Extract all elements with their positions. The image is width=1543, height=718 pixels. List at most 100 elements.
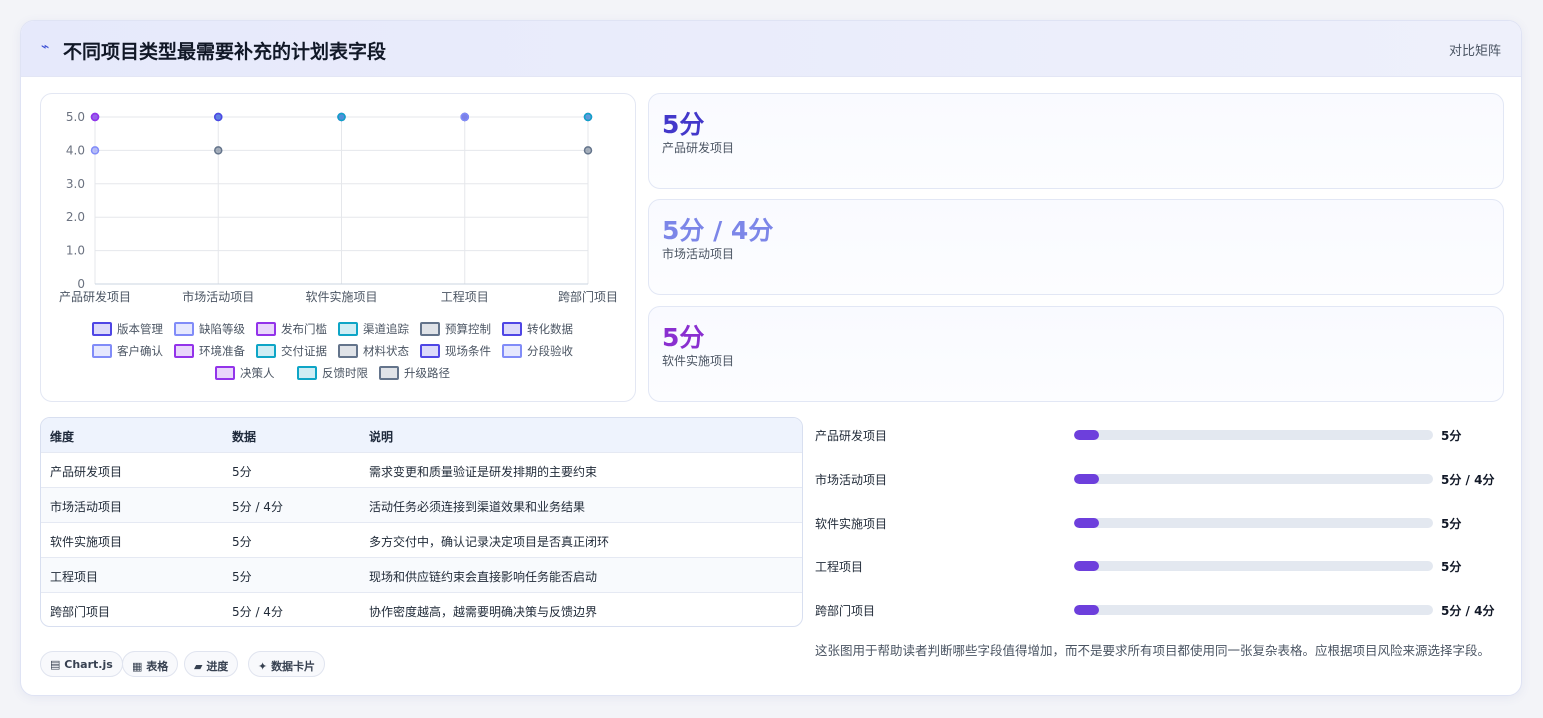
legend-label: 交付证据 xyxy=(281,344,327,358)
progress-value: 5分 / 4分 xyxy=(1441,473,1495,487)
progress-fill xyxy=(1074,430,1100,440)
progress-fill xyxy=(1074,474,1100,484)
progress-value: 5分 / 4分 xyxy=(1441,604,1495,618)
table-row: 软件实施项目 5分 多方交付中，确认记录决定项目是否真正闭环 xyxy=(41,522,802,557)
x-tick-label: 产品研发项目 xyxy=(59,289,131,304)
legend-swatch xyxy=(174,344,194,358)
progress-fill xyxy=(1074,605,1100,615)
chip-table[interactable]: ▦ 表格 xyxy=(122,651,179,677)
y-tick-label: 1.0 xyxy=(66,244,85,258)
progress-value: 5分 xyxy=(1441,560,1462,574)
data-table: 维度 数据 说明 产品研发项目 5分 需求变更和质量验证是研发排期的主要约束 市… xyxy=(40,417,803,627)
sparkle-icon: ✦ xyxy=(258,660,268,673)
chip-progress[interactable]: ▰ 进度 xyxy=(184,651,239,677)
table-icon: ▦ xyxy=(132,660,143,673)
legend-swatch xyxy=(502,344,522,358)
chip-label: 表格 xyxy=(146,660,169,673)
data-point xyxy=(214,112,223,122)
legend-swatch xyxy=(420,322,440,336)
y-tick-label: 5.0 xyxy=(66,110,85,124)
progress-track xyxy=(1074,605,1433,615)
legend-swatch xyxy=(256,344,276,358)
table-cell: 5分 / 4分 xyxy=(232,605,283,619)
progress-row: 工程项目 5分 xyxy=(815,556,1505,576)
y-tick-label: 3.0 xyxy=(66,177,85,191)
legend-label: 发布门槛 xyxy=(281,322,327,336)
legend-swatch xyxy=(502,322,522,336)
chip-data-card[interactable]: ✦ 数据卡片 xyxy=(248,651,326,677)
table-cell: 活动任务必须连接到渠道效果和业务结果 xyxy=(369,500,586,514)
matrix-button[interactable]: 对比矩阵 xyxy=(1449,40,1501,59)
legend-swatch xyxy=(92,322,112,336)
data-point xyxy=(583,112,593,122)
data-point xyxy=(90,146,100,155)
x-tick-label: 市场活动项目 xyxy=(182,289,254,304)
table-cell: 工程项目 xyxy=(50,570,99,584)
legend-swatch xyxy=(215,366,235,380)
panel-card: ⌁ 不同项目类型最需要补充的计划表字段 对比矩阵 0 1.0 2.0 3.0 4.0 5.… xyxy=(20,20,1522,696)
y-tick-label: 2.0 xyxy=(66,210,85,224)
stat-card-3: 5分 软件实施项目 xyxy=(648,306,1504,402)
y-tick-label: 4.0 xyxy=(66,143,85,157)
chart-icon: ▤ xyxy=(50,658,61,671)
progress-list: 产品研发项目 5分 市场活动项目 5分 / 4分 软件实施项目 5分 工程项目 … xyxy=(815,417,1515,637)
stat-label: 产品研发项目 xyxy=(662,141,735,155)
progress-track xyxy=(1074,518,1433,528)
progress-row: 软件实施项目 5分 xyxy=(815,513,1505,533)
table-cell: 需求变更和质量验证是研发排期的主要约束 xyxy=(369,465,598,479)
progress-label: 工程项目 xyxy=(815,560,864,574)
table-header-cell: 维度 xyxy=(50,430,75,444)
legend-swatch xyxy=(379,366,399,380)
table-header-cell: 数据 xyxy=(232,430,257,444)
table-cell: 现场和供应链约束会直接影响任务能否启动 xyxy=(369,570,598,584)
progress-label: 软件实施项目 xyxy=(815,517,888,531)
table-cell: 软件实施项目 xyxy=(50,535,123,549)
progress-label: 市场活动项目 xyxy=(815,473,888,487)
table-header-cell: 说明 xyxy=(369,430,394,444)
table-cell: 5分 / 4分 xyxy=(232,500,283,514)
x-tick-label: 软件实施项目 xyxy=(305,289,377,304)
legend-label: 材料状态 xyxy=(363,344,409,358)
table-cell: 产品研发项目 xyxy=(50,465,123,479)
progress-row: 产品研发项目 5分 xyxy=(815,425,1505,445)
legend-label: 环境准备 xyxy=(199,344,245,358)
progress-fill xyxy=(1074,518,1100,528)
legend-label: 升级路径 xyxy=(404,366,450,380)
legend-swatch xyxy=(297,366,317,380)
legend-label: 现场条件 xyxy=(445,344,491,358)
progress-track xyxy=(1074,474,1433,484)
footnote: 这张图用于帮助读者判断哪些字段值得增加，而不是要求所有项目都使用同一张复杂表格。… xyxy=(815,643,1491,658)
legend-label: 预算控制 xyxy=(445,322,491,336)
table-cell: 5分 xyxy=(232,570,252,584)
table-row: 产品研发项目 5分 需求变更和质量验证是研发排期的主要约束 xyxy=(41,452,802,487)
progress-value: 5分 xyxy=(1441,517,1462,531)
table-row: 跨部门项目 5分 / 4分 协作密度越高，越需要明确决策与反馈边界 xyxy=(41,592,802,626)
data-point xyxy=(460,112,469,122)
data-point xyxy=(90,112,100,122)
table-header-row: 维度 数据 说明 xyxy=(41,418,802,453)
stat-label: 市场活动项目 xyxy=(662,247,735,261)
page-title: 不同项目类型最需要补充的计划表字段 xyxy=(63,41,387,63)
panel-header: ⌁ 不同项目类型最需要补充的计划表字段 对比矩阵 xyxy=(21,21,1521,77)
progress-track xyxy=(1074,561,1433,571)
progress-label: 产品研发项目 xyxy=(815,429,888,443)
data-point xyxy=(214,146,223,155)
x-tick-label: 工程项目 xyxy=(441,289,489,304)
progress-icon: ▰ xyxy=(194,660,203,673)
legend-label: 缺陷等级 xyxy=(199,322,245,336)
table-cell: 5分 xyxy=(232,535,252,549)
table-row: 工程项目 5分 现场和供应链约束会直接影响任务能否启动 xyxy=(41,557,802,592)
chip-label: Chart.js xyxy=(64,658,113,671)
table-cell: 协作密度越高，越需要明确决策与反馈边界 xyxy=(369,605,598,619)
stat-card-2: 5分 / 4分 市场活动项目 xyxy=(648,199,1504,295)
legend-label: 版本管理 xyxy=(117,322,163,336)
legend-swatch xyxy=(338,322,358,336)
chip-chartjs[interactable]: ▤ Chart.js xyxy=(40,651,123,677)
table-row: 市场活动项目 5分 / 4分 活动任务必须连接到渠道效果和业务结果 xyxy=(41,487,802,522)
stat-label: 软件实施项目 xyxy=(662,354,735,368)
legend-label: 分段验收 xyxy=(527,344,573,358)
legend-swatch xyxy=(256,322,276,336)
chart-panel: 0 1.0 2.0 3.0 4.0 5.0 产品研发项目 市场活动项目 软件实施项目 工程项目 跨部… xyxy=(40,93,636,402)
progress-fill xyxy=(1074,561,1100,571)
legend-swatch xyxy=(338,344,358,358)
